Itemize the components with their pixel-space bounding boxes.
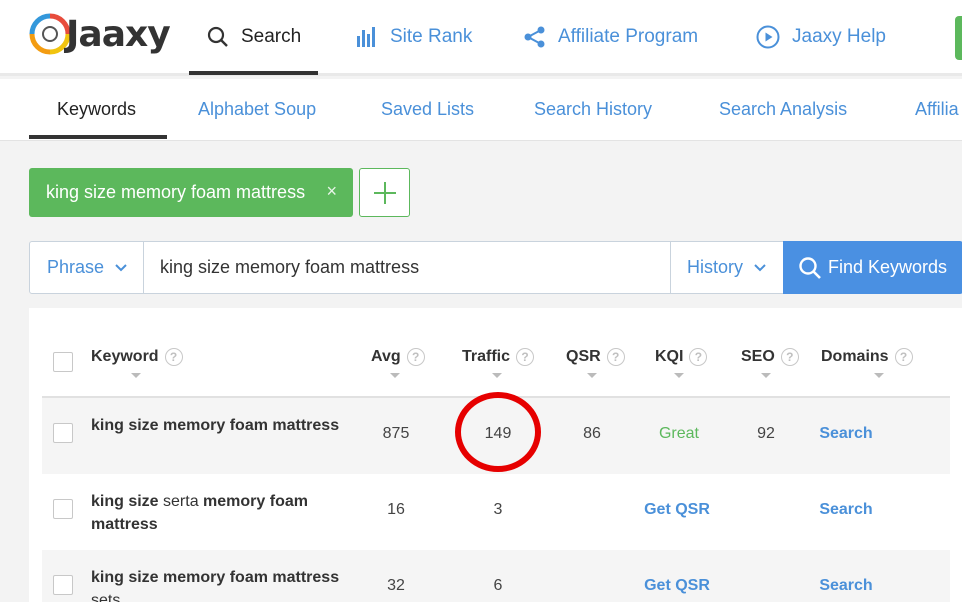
- row-checkbox[interactable]: [53, 575, 73, 595]
- help-icon[interactable]: ?: [780, 348, 799, 366]
- keyword-input[interactable]: king size memory foam mattress: [145, 242, 670, 293]
- tab-search-history[interactable]: Search History: [534, 79, 652, 139]
- help-icon[interactable]: ?: [406, 348, 425, 366]
- highlight-circle: [455, 392, 541, 472]
- tab-alphabet-soup[interactable]: Alphabet Soup: [198, 79, 316, 139]
- domains-search-link[interactable]: Search: [806, 501, 886, 519]
- nav-jaaxy-help[interactable]: Jaaxy Help: [756, 0, 886, 74]
- plus-icon: [373, 181, 396, 204]
- domains-search-link[interactable]: Search: [806, 577, 886, 595]
- bar-chart-icon: [357, 27, 375, 47]
- chevron-down-icon: [115, 264, 127, 272]
- keyword-text[interactable]: king size memory foam mattress sets: [91, 566, 351, 602]
- help-icon[interactable]: ?: [606, 348, 625, 366]
- nav-site-rank[interactable]: Site Rank: [356, 0, 472, 74]
- find-keywords-button[interactable]: Find Keywords: [783, 241, 962, 294]
- search-icon: [207, 26, 228, 47]
- nav-affiliate-label: Affiliate Program: [558, 26, 699, 47]
- find-keywords-label: Find Keywords: [828, 257, 948, 277]
- logo-wordmark: Jaaxy: [66, 14, 171, 55]
- history-select[interactable]: History: [670, 242, 782, 293]
- chevron-down-icon: [754, 264, 766, 272]
- keyword-chip-label: king size memory foam mattress: [46, 182, 306, 202]
- help-icon[interactable]: ?: [164, 348, 183, 366]
- sort-caret-icon[interactable]: [874, 373, 884, 378]
- help-icon[interactable]: ?: [894, 348, 913, 366]
- search-icon: [799, 256, 821, 279]
- col-header-avg[interactable]: Avg?: [371, 348, 425, 366]
- active-tab-indicator: [29, 135, 167, 139]
- col-header-keyword[interactable]: Keyword?: [91, 348, 183, 366]
- keyword-search-bar: Phrase king size memory foam mattress Hi…: [29, 241, 962, 294]
- keyword-text[interactable]: king size memory foam mattress: [91, 414, 351, 437]
- share-icon: [524, 26, 545, 48]
- avg-value: 16: [387, 501, 405, 518]
- nav-search-label: Search: [241, 26, 302, 47]
- help-icon[interactable]: ?: [689, 348, 708, 366]
- keyword-chip[interactable]: king size memory foam mattress ×: [29, 168, 353, 217]
- nav-search[interactable]: Search: [189, 0, 318, 74]
- sort-caret-icon[interactable]: [587, 373, 597, 378]
- col-header-seo[interactable]: SEO?: [741, 348, 799, 366]
- sort-caret-icon[interactable]: [761, 373, 771, 378]
- table-row: king size memory foam mattress sets 32 6…: [42, 550, 950, 602]
- row-checkbox[interactable]: [53, 499, 73, 519]
- col-header-qsr[interactable]: QSR?: [566, 348, 625, 366]
- top-nav: Jaaxy Search Site Rank Affiliate Program: [0, 0, 962, 76]
- row-checkbox[interactable]: [53, 423, 73, 443]
- tab-affiliate[interactable]: Affilia: [915, 79, 959, 139]
- active-nav-indicator: [189, 71, 318, 75]
- match-mode-value: Phrase: [47, 257, 105, 277]
- domains-search-link[interactable]: Search: [806, 425, 886, 443]
- get-qsr-link[interactable]: Get QSR: [632, 577, 722, 595]
- nav-site-rank-label: Site Rank: [390, 26, 473, 47]
- play-circle-icon: [756, 25, 780, 49]
- nav-help-label: Jaaxy Help: [792, 26, 886, 47]
- sort-caret-icon[interactable]: [674, 373, 684, 378]
- add-keyword-button[interactable]: [359, 168, 410, 217]
- col-header-kqi[interactable]: KQI?: [655, 348, 708, 366]
- sort-caret-icon[interactable]: [131, 373, 141, 378]
- qsr-value: 86: [583, 425, 601, 442]
- table-row: king size serta memory foam mattress 16 …: [42, 474, 950, 550]
- col-header-traffic[interactable]: Traffic?: [462, 348, 535, 366]
- seo-value: 92: [757, 425, 775, 442]
- nav-affiliate-program[interactable]: Affiliate Program: [524, 0, 698, 74]
- match-mode-select[interactable]: Phrase: [30, 242, 144, 293]
- help-icon[interactable]: ?: [516, 348, 535, 366]
- sub-tabs: Keywords Alphabet Soup Saved Lists Searc…: [0, 79, 962, 141]
- avg-value: 32: [387, 577, 405, 594]
- tab-search-analysis[interactable]: Search Analysis: [719, 79, 847, 139]
- tab-saved-lists[interactable]: Saved Lists: [381, 79, 474, 139]
- traffic-value: 6: [493, 577, 503, 594]
- kqi-value: Great: [658, 425, 699, 442]
- history-label: History: [687, 257, 744, 277]
- sort-caret-icon[interactable]: [492, 373, 502, 378]
- traffic-value: 3: [493, 501, 503, 518]
- avg-value: 875: [382, 425, 410, 442]
- chip-close-icon[interactable]: ×: [326, 181, 337, 202]
- get-qsr-link[interactable]: Get QSR: [632, 501, 722, 519]
- col-header-domains[interactable]: Domains?: [821, 348, 913, 366]
- upgrade-button[interactable]: [955, 16, 962, 60]
- select-all-checkbox[interactable]: [53, 352, 73, 372]
- sort-caret-icon[interactable]: [390, 373, 400, 378]
- tab-keywords[interactable]: Keywords: [57, 79, 136, 139]
- jaaxy-logo[interactable]: Jaaxy: [28, 12, 171, 60]
- keyword-text[interactable]: king size serta memory foam mattress: [91, 490, 351, 536]
